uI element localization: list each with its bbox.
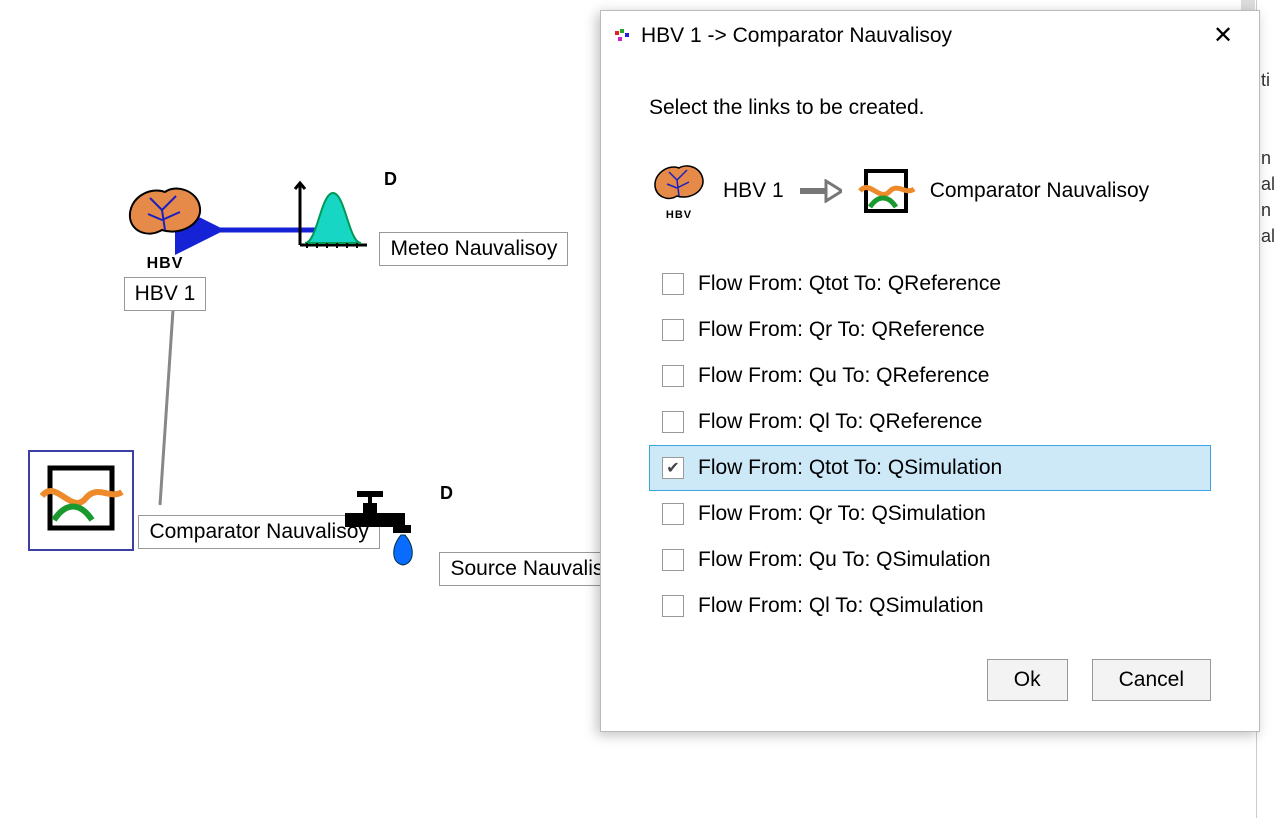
node-source[interactable]: D Source Nauvalisoy <box>335 485 637 586</box>
dialog-prompt: Select the links to be created. <box>649 96 1211 120</box>
link-option-label: Flow From: Ql To: QSimulation <box>698 594 984 618</box>
comparator-icon <box>856 165 916 217</box>
sliver-fragment: al <box>1261 226 1275 247</box>
cancel-button[interactable]: Cancel <box>1092 659 1211 701</box>
dialog-source-name: HBV 1 <box>723 179 784 203</box>
checkbox[interactable] <box>662 365 684 387</box>
hbv-label: HBV 1 <box>124 277 207 311</box>
source-corner-label: D <box>440 483 453 504</box>
sliver-fragment: ti <box>1261 70 1270 91</box>
faucet-icon <box>335 485 435 575</box>
link-option[interactable]: Flow From: Qu To: QSimulation <box>649 537 1211 583</box>
link-option-label: Flow From: Qtot To: QSimulation <box>698 456 1002 480</box>
comparator-icon <box>36 458 126 538</box>
link-option[interactable]: Flow From: Qtot To: QSimulation <box>649 445 1211 491</box>
link-option[interactable]: Flow From: Qr To: QReference <box>649 307 1211 353</box>
link-option-label: Flow From: Qtot To: QReference <box>698 272 1001 296</box>
link-option[interactable]: Flow From: Ql To: QReference <box>649 399 1211 445</box>
close-icon[interactable]: ✕ <box>1201 21 1245 50</box>
node-meteo[interactable]: D Meteo Nauvalisoy <box>285 175 568 266</box>
node-comparator[interactable]: Comparator Nauvalisoy <box>28 450 380 551</box>
app-icon <box>615 29 633 43</box>
link-option-label: Flow From: Qr To: QSimulation <box>698 502 986 526</box>
dialog-link-graphic: HBV HBV 1 Comparator Nauvalisoy <box>649 160 1211 221</box>
link-option-label: Flow From: Qr To: QReference <box>698 318 985 342</box>
meteo-label: Meteo Nauvalisoy <box>379 232 568 266</box>
node-hbv[interactable]: HBV HBV 1 <box>120 180 210 311</box>
sliver-fragment: n <box>1261 200 1271 221</box>
meteo-corner-label: D <box>384 169 397 190</box>
link-option-label: Flow From: Qu To: QSimulation <box>698 548 991 572</box>
link-options-list: Flow From: Qtot To: QReference Flow From:… <box>649 261 1211 629</box>
sliver-fragment: n <box>1261 148 1271 169</box>
link-option-label: Flow From: Qu To: QReference <box>698 364 989 388</box>
hbv-leaf-icon <box>649 160 709 204</box>
link-option[interactable]: Flow From: Qtot To: QReference <box>649 261 1211 307</box>
link-option-label: Flow From: Ql To: QReference <box>698 410 982 434</box>
checkbox[interactable] <box>662 411 684 433</box>
checkbox[interactable] <box>662 319 684 341</box>
link-dialog: HBV 1 -> Comparator Nauvalisoy ✕ Select … <box>600 10 1260 732</box>
hbv-leaf-icon <box>120 180 210 250</box>
checkbox[interactable] <box>662 457 684 479</box>
checkbox[interactable] <box>662 595 684 617</box>
link-option[interactable]: Flow From: Qu To: QReference <box>649 353 1211 399</box>
ok-button[interactable]: Ok <box>987 659 1068 701</box>
arrow-right-icon <box>798 179 842 203</box>
checkbox[interactable] <box>662 503 684 525</box>
link-option[interactable]: Flow From: Ql To: QSimulation <box>649 583 1211 629</box>
checkbox[interactable] <box>662 273 684 295</box>
distribution-chart-icon <box>285 175 375 255</box>
dialog-target-name: Comparator Nauvalisoy <box>930 179 1149 203</box>
dialog-titlebar[interactable]: HBV 1 -> Comparator Nauvalisoy ✕ <box>601 11 1259 60</box>
link-option[interactable]: Flow From: Qr To: QSimulation <box>649 491 1211 537</box>
checkbox[interactable] <box>662 549 684 571</box>
dialog-title: HBV 1 -> Comparator Nauvalisoy <box>641 24 952 48</box>
selection-highlight <box>28 450 134 551</box>
hbv-icon-caption: HBV <box>120 255 210 273</box>
hbv-icon-caption: HBV <box>649 209 709 221</box>
sliver-fragment: al <box>1261 174 1275 195</box>
